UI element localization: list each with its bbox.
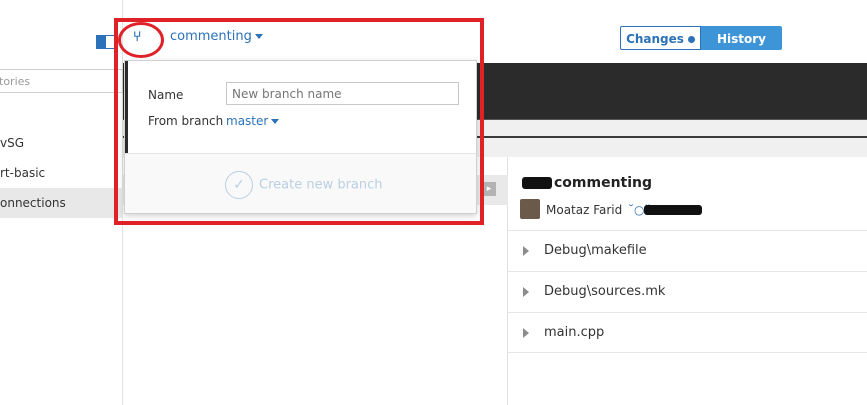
changes-tab[interactable]: Changes: [620, 26, 701, 50]
repo-item[interactable]: vSG: [0, 128, 123, 158]
commit-author: Moataz Farid: [546, 203, 623, 217]
repository-sidebar: tories vSG rt-basic onnections: [0, 0, 123, 405]
annotation-rectangle: [114, 18, 484, 225]
expand-arrow-icon[interactable]: [523, 328, 529, 338]
avatar: [520, 199, 540, 219]
history-tab[interactable]: History: [701, 26, 782, 50]
repo-item[interactable]: rt-basic: [0, 158, 123, 188]
redaction-scribble: [644, 205, 702, 215]
file-row[interactable]: Debug\makefile: [508, 230, 867, 271]
file-row[interactable]: Debug\sources.mk: [508, 271, 867, 312]
file-name: Debug\makefile: [544, 243, 647, 258]
history-tab-label: History: [716, 32, 767, 46]
changes-indicator-icon: [687, 36, 695, 43]
redaction-scribble: [522, 177, 552, 189]
commit-detail: commenting Moataz Farid ˘○˘ Debug\makefi…: [508, 157, 867, 405]
file-name: main.cpp: [544, 325, 605, 340]
play-icon: ▸: [482, 182, 496, 196]
file-name: Debug\sources.mk: [544, 284, 666, 299]
expand-arrow-icon[interactable]: [523, 246, 529, 256]
file-row[interactable]: main.cpp: [508, 312, 867, 353]
changes-tab-label: Changes: [626, 32, 684, 46]
sidebar-toggle-icon[interactable]: [96, 35, 115, 49]
repository-filter-input[interactable]: tories: [0, 69, 123, 93]
commit-title: commenting: [554, 175, 653, 191]
repo-item-selected[interactable]: onnections: [0, 188, 123, 218]
expand-arrow-icon[interactable]: [523, 287, 529, 297]
